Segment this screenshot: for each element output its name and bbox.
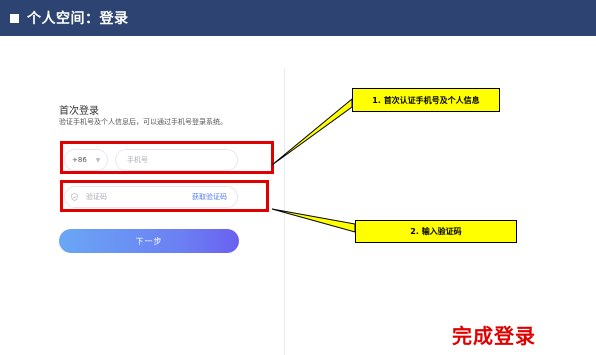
- page-title: 个人空间：登录: [27, 11, 129, 27]
- vertical-divider: [284, 68, 285, 355]
- login-subtitle: 验证手机号及个人信息后，可以通过手机号登录系统。: [59, 118, 227, 126]
- callout-step-1: 1. 首次认证手机号及个人信息: [352, 88, 500, 112]
- square-bullet-icon: [10, 13, 19, 23]
- next-button[interactable]: 下一步: [59, 229, 239, 253]
- screen: 个人空间：登录 首次登录 验证手机号及个人信息后，可以通过手机号登录系统。 +8…: [0, 0, 596, 355]
- login-title: 首次登录: [59, 106, 99, 117]
- phone-highlight-box: [60, 141, 274, 174]
- callout-step-2: 2. 输入验证码: [355, 220, 517, 243]
- page-header: 个人空间：登录: [0, 0, 596, 36]
- done-login-label: 完成登录: [452, 324, 536, 348]
- callout-pointers: [271, 97, 356, 233]
- code-highlight-box: [60, 180, 269, 212]
